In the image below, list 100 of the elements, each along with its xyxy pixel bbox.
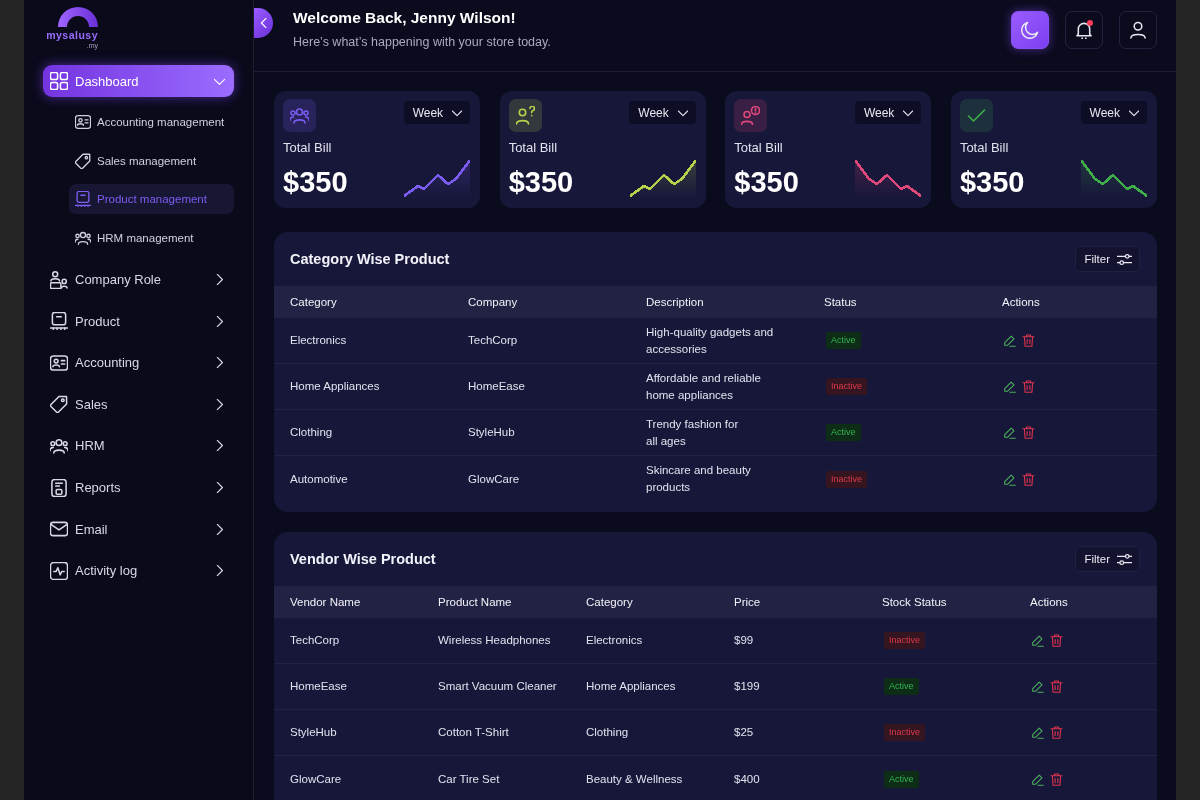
pencil-icon[interactable] — [1003, 426, 1016, 439]
stat-label: Total Bill — [734, 140, 783, 156]
pencil-icon[interactable] — [1003, 472, 1016, 486]
notifications-button[interactable] — [1065, 11, 1103, 49]
table-cell-text: HomeEase — [468, 379, 525, 394]
nav-item[interactable]: Sales — [43, 383, 234, 426]
chevron-down-icon — [677, 107, 688, 118]
monitor-icon — [50, 312, 68, 331]
nav-item[interactable]: Product — [43, 300, 234, 342]
nav-item[interactable]: Company Role — [43, 258, 234, 301]
nav-item[interactable]: Reports — [43, 466, 234, 509]
column-header: Status — [824, 296, 857, 308]
tag-icon — [50, 395, 68, 414]
person-desk-icon — [50, 270, 68, 289]
collapse-button[interactable] — [254, 8, 273, 38]
period-dropdown[interactable]: Week — [1080, 101, 1147, 124]
table-title: Category Wise Product — [290, 251, 450, 267]
user-icon — [1129, 21, 1147, 39]
table-cell-text: Skincare and beauty products — [646, 463, 751, 495]
page-title: Welcome Back, Jenny Wilson! — [293, 8, 516, 28]
column-header: Stock Status — [882, 596, 947, 608]
column-header: Actions — [1002, 296, 1040, 308]
pencil-icon[interactable] — [1031, 680, 1044, 693]
nav-item[interactable]: Accounting — [43, 341, 234, 384]
pencil-icon[interactable] — [1003, 334, 1016, 347]
pencil-icon[interactable] — [1031, 726, 1044, 739]
trash-icon[interactable] — [1022, 426, 1035, 439]
page-subtitle: Here’s what’s happening with your store today. — [293, 34, 551, 50]
submenu-item[interactable]: HRM management — [69, 222, 234, 253]
document-icon — [50, 478, 68, 497]
table-cell-text: StyleHub — [290, 725, 337, 740]
status-badge: Active — [884, 678, 919, 695]
table-cell-text: Electronics — [586, 633, 643, 648]
chevron-down-icon — [1129, 107, 1139, 118]
table-cell-text: Car Tire Set — [438, 771, 500, 787]
table-cell-text: Automotive — [290, 471, 348, 487]
stat-value: $350 — [734, 166, 799, 198]
trash-icon[interactable] — [1050, 726, 1063, 739]
column-header: Category — [290, 296, 337, 308]
trash-icon[interactable] — [1022, 380, 1035, 393]
pencil-icon[interactable] — [1003, 380, 1016, 393]
trash-icon[interactable] — [1050, 772, 1063, 786]
table-cell-text: StyleHub — [468, 425, 515, 440]
filter-button[interactable]: Filter — [1075, 546, 1140, 572]
nav-item[interactable]: Activity log — [43, 549, 234, 592]
stat-value: $350 — [283, 166, 348, 198]
table-cell-text: $400 — [734, 771, 760, 787]
nav-item[interactable]: Dashboard — [43, 65, 234, 97]
tag-icon — [75, 152, 91, 169]
column-header: Vendor Name — [290, 596, 361, 608]
status-badge: Active — [826, 332, 861, 349]
submenu-item[interactable]: Sales management — [69, 145, 234, 176]
theme-toggle-button[interactable] — [1011, 11, 1049, 49]
table-cell-text: TechCorp — [468, 333, 518, 348]
column-header: Company — [468, 296, 518, 308]
status-badge: Inactive — [884, 724, 926, 741]
nav-item[interactable]: Email — [43, 508, 234, 550]
trash-icon[interactable] — [1022, 472, 1035, 486]
status-badge: Inactive — [884, 632, 926, 649]
grid-icon — [50, 72, 68, 90]
chevron-down-icon — [903, 107, 914, 118]
stat-label: Total Bill — [508, 140, 558, 156]
table-cell-text: GlowCare — [290, 771, 342, 787]
monitor-icon — [75, 191, 91, 208]
profile-button[interactable] — [1119, 11, 1157, 49]
table-cell-text: $199 — [734, 679, 760, 694]
table-cell-text: GlowCare — [468, 471, 520, 487]
trash-icon[interactable] — [1050, 680, 1063, 693]
column-header: Price — [734, 596, 761, 608]
check-icon — [959, 99, 993, 132]
table-title: Vendor Wise Product — [290, 551, 436, 567]
stat-value: $350 — [959, 166, 1025, 198]
nav-item[interactable]: HRM — [43, 425, 234, 467]
trash-icon[interactable] — [1050, 634, 1063, 647]
table-cell-text: $99 — [734, 633, 754, 648]
period-dropdown[interactable]: Week — [403, 101, 471, 124]
filter-icon — [1117, 551, 1132, 567]
period-dropdown[interactable]: Week — [629, 101, 696, 124]
pencil-icon[interactable] — [1031, 772, 1044, 786]
id-card-icon — [75, 114, 91, 130]
submenu-item[interactable]: Product management — [69, 184, 234, 215]
pulse-icon — [50, 561, 68, 580]
table-cell-text: Affordable and reliable home appliances — [646, 370, 761, 403]
users-icon — [50, 436, 68, 455]
status-badge: Active — [884, 770, 919, 788]
stat-label: Total Bill — [959, 140, 1009, 156]
filter-button[interactable]: Filter — [1075, 246, 1140, 272]
stat-value: $350 — [508, 166, 574, 198]
moon-icon — [1021, 21, 1039, 39]
pencil-icon[interactable] — [1031, 634, 1044, 647]
logo-text: mysalusy — [46, 29, 98, 41]
table-cell-text: High-quality gadgets and accessories — [646, 324, 774, 357]
submenu-item[interactable]: Accounting management — [69, 107, 234, 137]
period-dropdown[interactable]: Week — [854, 101, 922, 124]
mail-icon — [50, 520, 68, 539]
table-cell-text: $25 — [734, 725, 754, 740]
user-alert-icon — [734, 99, 768, 132]
trash-icon[interactable] — [1022, 334, 1035, 347]
filter-icon — [1117, 251, 1132, 267]
stat-label: Total Bill — [283, 140, 332, 156]
